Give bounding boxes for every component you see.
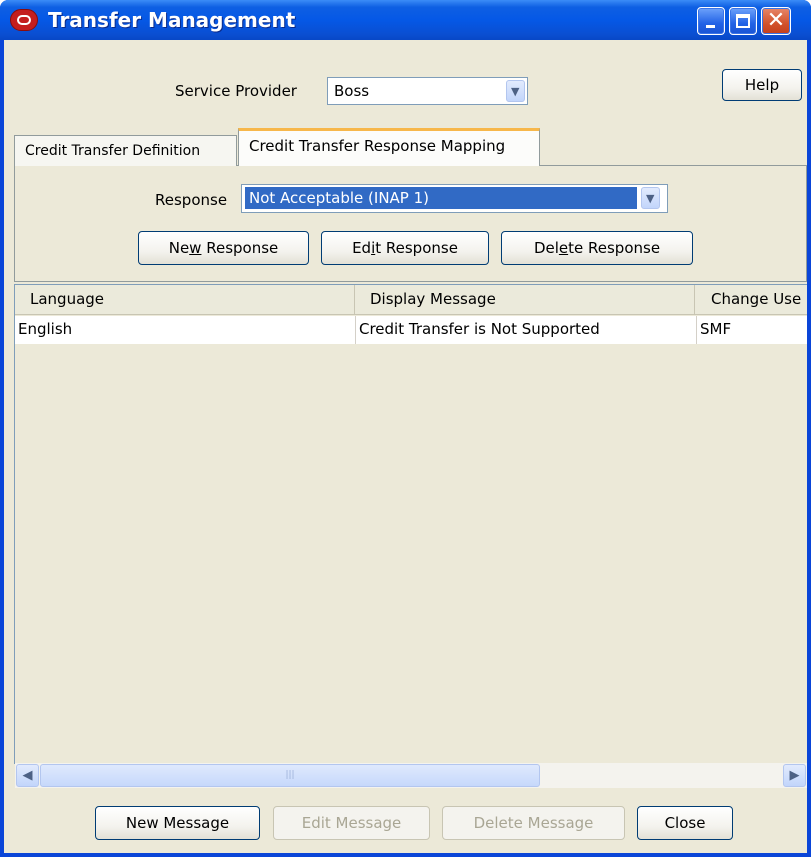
minimize-icon — [706, 25, 715, 28]
column-header-language[interactable]: Language — [15, 285, 355, 315]
edit-response-button[interactable]: Edit Response — [321, 231, 489, 265]
edit-message-button[interactable]: Edit Message — [273, 806, 430, 840]
help-button[interactable]: Help — [722, 69, 802, 101]
tab-credit-transfer-response-mapping[interactable]: Credit Transfer Response Mapping — [238, 128, 540, 166]
column-header-change-user[interactable]: Change Use — [695, 285, 811, 315]
close-window-button[interactable]: ✕ — [761, 7, 791, 35]
new-response-button[interactable]: New Response — [138, 231, 309, 265]
chevron-down-icon[interactable]: ▼ — [506, 80, 525, 102]
service-provider-value: Boss — [334, 82, 370, 100]
maximize-button[interactable] — [729, 7, 757, 35]
response-label: Response — [155, 191, 228, 209]
table-cell-language[interactable]: English — [15, 316, 356, 344]
response-value: Not Acceptable (INAP 1) — [245, 187, 637, 209]
messages-table — [14, 284, 807, 764]
table-cell-display-message[interactable]: Credit Transfer is Not Supported — [356, 316, 697, 344]
table-cell-change-user[interactable]: SMF — [697, 316, 807, 344]
oracle-logo-icon — [10, 9, 38, 31]
new-message-button[interactable]: New Message — [95, 806, 260, 840]
window-title: Transfer Management — [48, 8, 296, 32]
scroll-left-icon[interactable]: ◀ — [16, 764, 39, 787]
minimize-button[interactable] — [697, 7, 725, 35]
service-provider-label: Service Provider — [175, 82, 297, 100]
maximize-icon — [736, 14, 750, 28]
close-icon: ✕ — [766, 8, 786, 33]
tab-credit-transfer-definition[interactable]: Credit Transfer Definition — [14, 135, 237, 166]
scroll-right-icon[interactable]: ▶ — [783, 764, 806, 787]
chevron-down-icon[interactable]: ▼ — [641, 187, 660, 209]
delete-message-button[interactable]: Delete Message — [442, 806, 625, 840]
scrollbar-thumb[interactable]: ||| — [40, 764, 540, 787]
column-header-display-message[interactable]: Display Message — [355, 285, 695, 315]
close-button[interactable]: Close — [637, 806, 733, 840]
delete-response-button[interactable]: Delete Response — [501, 231, 693, 265]
